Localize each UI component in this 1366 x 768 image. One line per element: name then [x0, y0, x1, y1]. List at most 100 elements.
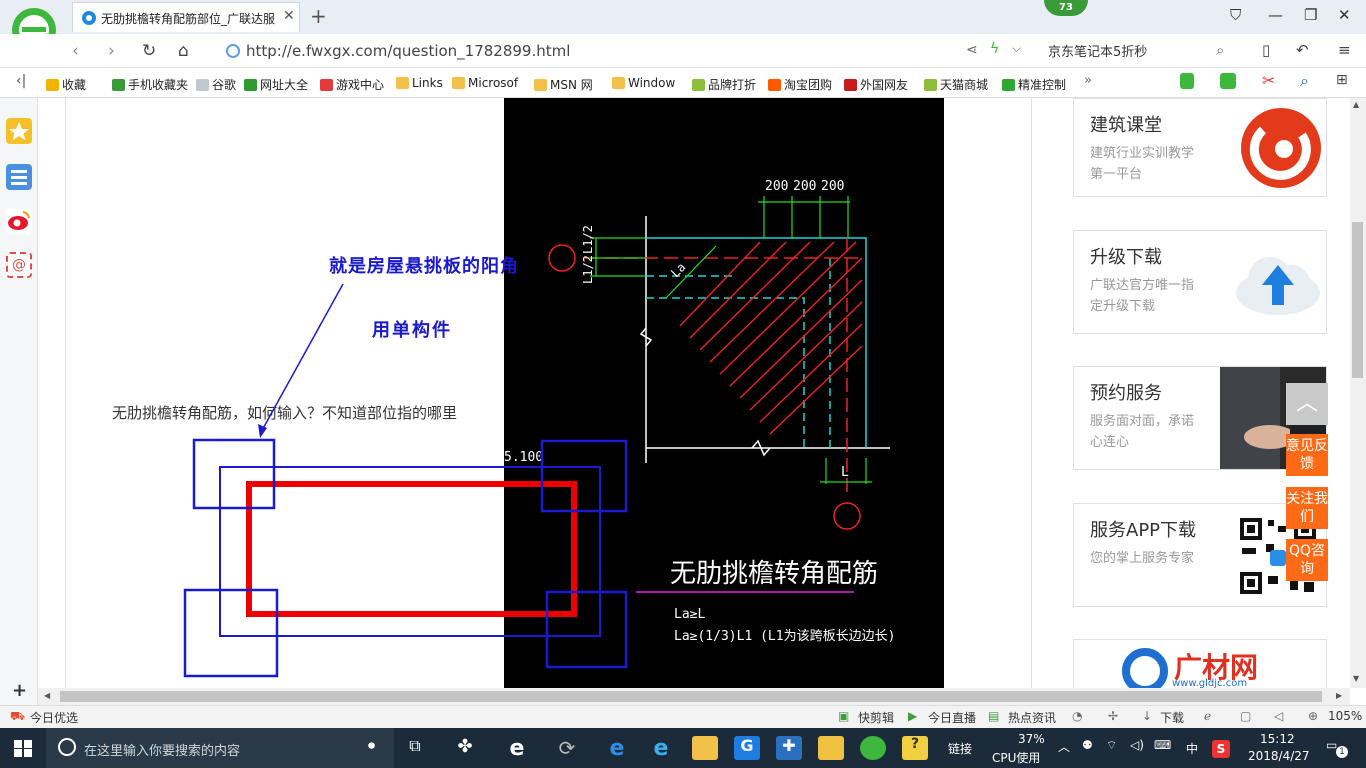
scroll-down-icon[interactable]: ▼: [1353, 674, 1359, 683]
mobile-icon[interactable]: ▯: [1262, 41, 1270, 59]
notification-badge[interactable]: 73: [1044, 0, 1088, 16]
chevron-down-icon[interactable]: ⌵: [1012, 41, 1021, 56]
bookmark-item[interactable]: 淘宝团购: [768, 76, 832, 93]
download-icon[interactable]: ↓: [1142, 709, 1152, 723]
feedback-button[interactable]: 意见反馈: [1286, 434, 1328, 476]
qq-consult-button[interactable]: QQ咨询: [1286, 539, 1328, 581]
live-play-icon[interactable]: ▶: [908, 709, 917, 723]
active-tab[interactable]: 无肋挑檐转角配筋部位_广联达服 ✕: [72, 2, 300, 32]
magnifier-icon[interactable]: ⌕: [1300, 71, 1309, 91]
status-item[interactable]: 热点资讯: [1008, 709, 1056, 726]
zoom-level[interactable]: 105%: [1328, 709, 1362, 723]
news-icon[interactable]: ▤: [988, 709, 999, 723]
more-bookmarks-icon[interactable]: »: [1084, 73, 1092, 88]
shield-icon[interactable]: [1180, 73, 1194, 89]
bookmark-item[interactable]: 天猫商城: [924, 76, 988, 93]
links-toolbar[interactable]: 链接: [948, 740, 972, 757]
collapse-sidebar-icon[interactable]: ‹|: [16, 73, 26, 89]
daily-deals-icon[interactable]: ⛟: [10, 709, 25, 725]
status-item[interactable]: 下载: [1160, 709, 1184, 726]
browser-green-icon[interactable]: [860, 736, 886, 760]
horizontal-scrollbar[interactable]: ◀ ▶: [38, 688, 1350, 705]
pin-icon[interactable]: ✢: [1108, 709, 1118, 723]
bookmark-item[interactable]: Microsof: [452, 76, 518, 90]
news-list-icon[interactable]: [6, 164, 32, 190]
bookmark-item[interactable]: 收藏: [46, 76, 86, 93]
bookmark-item[interactable]: 手机收藏夹: [112, 76, 188, 93]
vertical-scroll-thumb[interactable]: [1352, 222, 1363, 378]
url-text[interactable]: http://e.fwxgx.com/question_1782899.html: [246, 42, 570, 60]
clock-date[interactable]: 2018/4/27: [1248, 749, 1310, 763]
bookmark-item[interactable]: MSN 网: [534, 76, 593, 93]
vertical-scrollbar[interactable]: ▲ ▼: [1350, 98, 1366, 688]
tray-expand-icon[interactable]: ︿: [1058, 738, 1070, 755]
taskbar-search-box[interactable]: 在这里输入你要搜索的内容 ⏺: [46, 728, 394, 768]
pinwheel-app-icon[interactable]: ✤: [452, 736, 478, 760]
search-icon[interactable]: ⌕: [1216, 41, 1224, 59]
zoom-icon[interactable]: ⊕: [1308, 709, 1318, 723]
file-explorer-icon[interactable]: [692, 736, 718, 760]
favorites-star-icon[interactable]: [6, 118, 32, 144]
tab-close-icon[interactable]: ✕: [283, 8, 295, 24]
bookmark-item[interactable]: Links: [396, 76, 443, 90]
ie-mode-icon[interactable]: ℯ: [1204, 709, 1211, 723]
follow-button[interactable]: 关注我们: [1286, 487, 1328, 529]
search-input[interactable]: 京东笔记本5折秒: [1048, 41, 1147, 60]
weibo-icon[interactable]: [6, 208, 32, 234]
bookmark-item[interactable]: Window: [612, 76, 675, 90]
edge-icon[interactable]: e: [604, 736, 630, 761]
task-view-icon[interactable]: ⧉: [402, 736, 428, 760]
scroll-right-icon[interactable]: ▶: [1336, 691, 1342, 700]
new-tab-icon[interactable]: +: [310, 4, 327, 28]
wifi-icon[interactable]: ⌔: [1106, 738, 1117, 753]
scroll-up-icon[interactable]: ▲: [1353, 100, 1359, 109]
microphone-icon[interactable]: ⏺: [368, 738, 375, 754]
minimize-icon[interactable]: —: [1268, 6, 1283, 24]
swirl-app-icon[interactable]: ⟳: [554, 736, 580, 760]
bookmark-item[interactable]: 外国网友: [844, 76, 908, 93]
card-brand[interactable]: 广材网 www.gldjc.com: [1073, 639, 1327, 688]
maximize-icon[interactable]: ❐: [1304, 6, 1317, 24]
bookmark-item[interactable]: 游戏中心: [320, 76, 384, 93]
plus-app-icon[interactable]: ✚: [776, 736, 802, 760]
home-icon[interactable]: ⌂: [178, 41, 189, 61]
back-icon[interactable]: ‹: [72, 41, 79, 61]
share-icon[interactable]: ⋖: [966, 42, 978, 58]
scissors-icon[interactable]: ✂: [1262, 71, 1275, 90]
bookmark-item[interactable]: 精准控制: [1002, 76, 1066, 93]
notes-app-icon[interactable]: [818, 736, 844, 760]
card-building-class[interactable]: 建筑课堂 建筑行业实训教学第一平台: [1073, 98, 1327, 197]
back-to-top-icon[interactable]: ︿: [1286, 383, 1328, 425]
refresh-icon[interactable]: ↻: [142, 41, 156, 61]
bookmark-item[interactable]: 谷歌: [196, 76, 236, 93]
bookmark-item[interactable]: 网址大全: [244, 76, 308, 93]
status-item[interactable]: 快剪辑: [858, 709, 894, 726]
email-icon[interactable]: @: [6, 252, 32, 278]
status-item[interactable]: 今日直播: [928, 709, 976, 726]
close-window-icon[interactable]: ✕: [1338, 6, 1351, 24]
translate-icon[interactable]: [1220, 73, 1236, 89]
tray-app-icon[interactable]: ⚉: [1082, 738, 1093, 752]
shirt-icon[interactable]: ⛉: [1230, 6, 1241, 24]
keyboard-icon[interactable]: ⌨: [1154, 738, 1171, 752]
help-app-icon[interactable]: ?: [902, 736, 928, 760]
card-upgrade-download[interactable]: 升级下载 广联达官方唯一指定升级下载: [1073, 230, 1327, 334]
apps-grid-icon[interactable]: ⊞: [1336, 72, 1348, 88]
ime-indicator[interactable]: 中: [1186, 740, 1198, 757]
bookmark-item[interactable]: 品牌打折: [692, 76, 756, 93]
address-bar[interactable]: http://e.fwxgx.com/question_1782899.html…: [222, 38, 1032, 64]
forward-icon[interactable]: ›: [108, 41, 115, 61]
scroll-left-icon[interactable]: ◀: [44, 691, 50, 700]
browser-e-icon[interactable]: e: [504, 736, 530, 761]
menu-icon[interactable]: ≡: [1338, 41, 1351, 59]
video-edit-icon[interactable]: ▣: [838, 709, 849, 723]
volume-icon[interactable]: ◁): [1130, 738, 1144, 752]
daily-deals-link[interactable]: 今日优选: [30, 709, 78, 726]
speed-icon[interactable]: ◔: [1072, 709, 1082, 723]
windows-start-icon[interactable]: [14, 740, 32, 757]
ie-icon[interactable]: e: [648, 736, 674, 761]
add-sidebar-icon[interactable]: +: [12, 680, 27, 701]
lightning-icon[interactable]: ϟ: [990, 41, 999, 57]
window-icon[interactable]: ▢: [1240, 709, 1251, 723]
sogou-icon[interactable]: S: [1212, 740, 1230, 758]
